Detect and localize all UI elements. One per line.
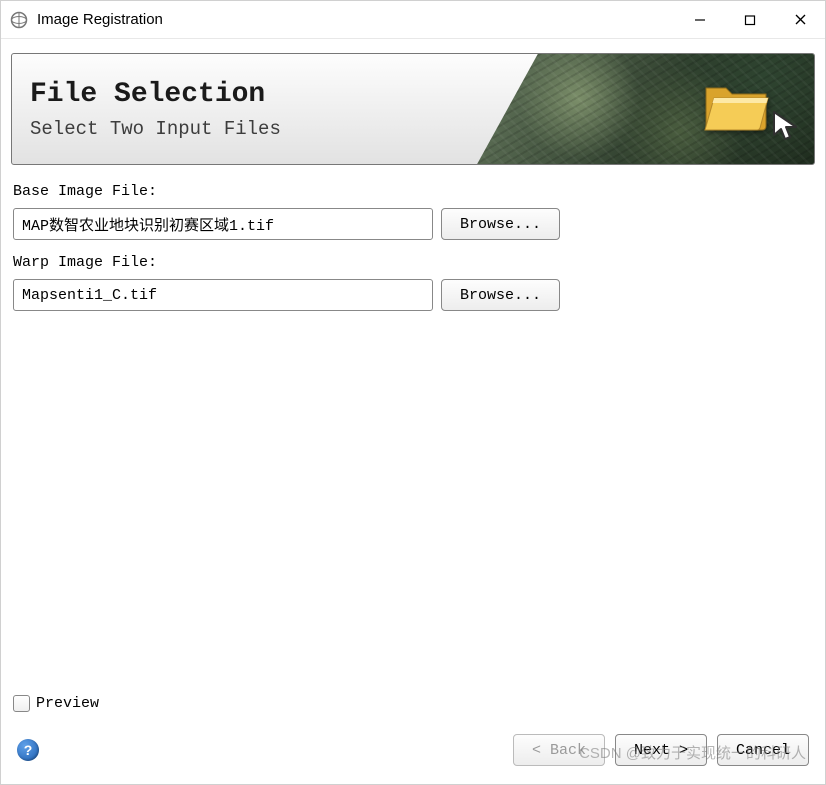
preview-checkbox[interactable] [13, 695, 30, 712]
banner-title: File Selection [30, 79, 459, 110]
maximize-button[interactable] [725, 1, 775, 38]
minimize-button[interactable] [675, 1, 725, 38]
base-image-row: Browse... [13, 208, 813, 240]
banner-text-area: File Selection Select Two Input Files [12, 54, 477, 164]
warp-browse-button[interactable]: Browse... [441, 279, 560, 311]
help-icon[interactable]: ? [17, 739, 39, 761]
base-image-input[interactable] [13, 208, 433, 240]
banner-subtitle: Select Two Input Files [30, 118, 459, 140]
folder-open-icon [702, 74, 774, 134]
preview-row: Preview [1, 695, 825, 724]
warp-image-input[interactable] [13, 279, 433, 311]
back-button[interactable]: < Back [513, 734, 605, 766]
content-area: Base Image File: Browse... Warp Image Fi… [1, 165, 825, 695]
titlebar: Image Registration [1, 1, 825, 39]
preview-label: Preview [36, 695, 99, 712]
window-title: Image Registration [37, 11, 675, 28]
next-button[interactable]: Next > [615, 734, 707, 766]
warp-image-label: Warp Image File: [13, 254, 813, 271]
cancel-button[interactable]: Cancel [717, 734, 809, 766]
warp-image-row: Browse... [13, 279, 813, 311]
base-browse-button[interactable]: Browse... [441, 208, 560, 240]
window-controls [675, 1, 825, 38]
banner-image [477, 54, 814, 164]
cursor-icon [770, 109, 804, 143]
app-icon [9, 10, 29, 30]
wizard-button-row: ? < Back Next > Cancel [1, 724, 825, 784]
base-image-label: Base Image File: [13, 183, 813, 200]
wizard-banner: File Selection Select Two Input Files [11, 53, 815, 165]
close-button[interactable] [775, 1, 825, 38]
